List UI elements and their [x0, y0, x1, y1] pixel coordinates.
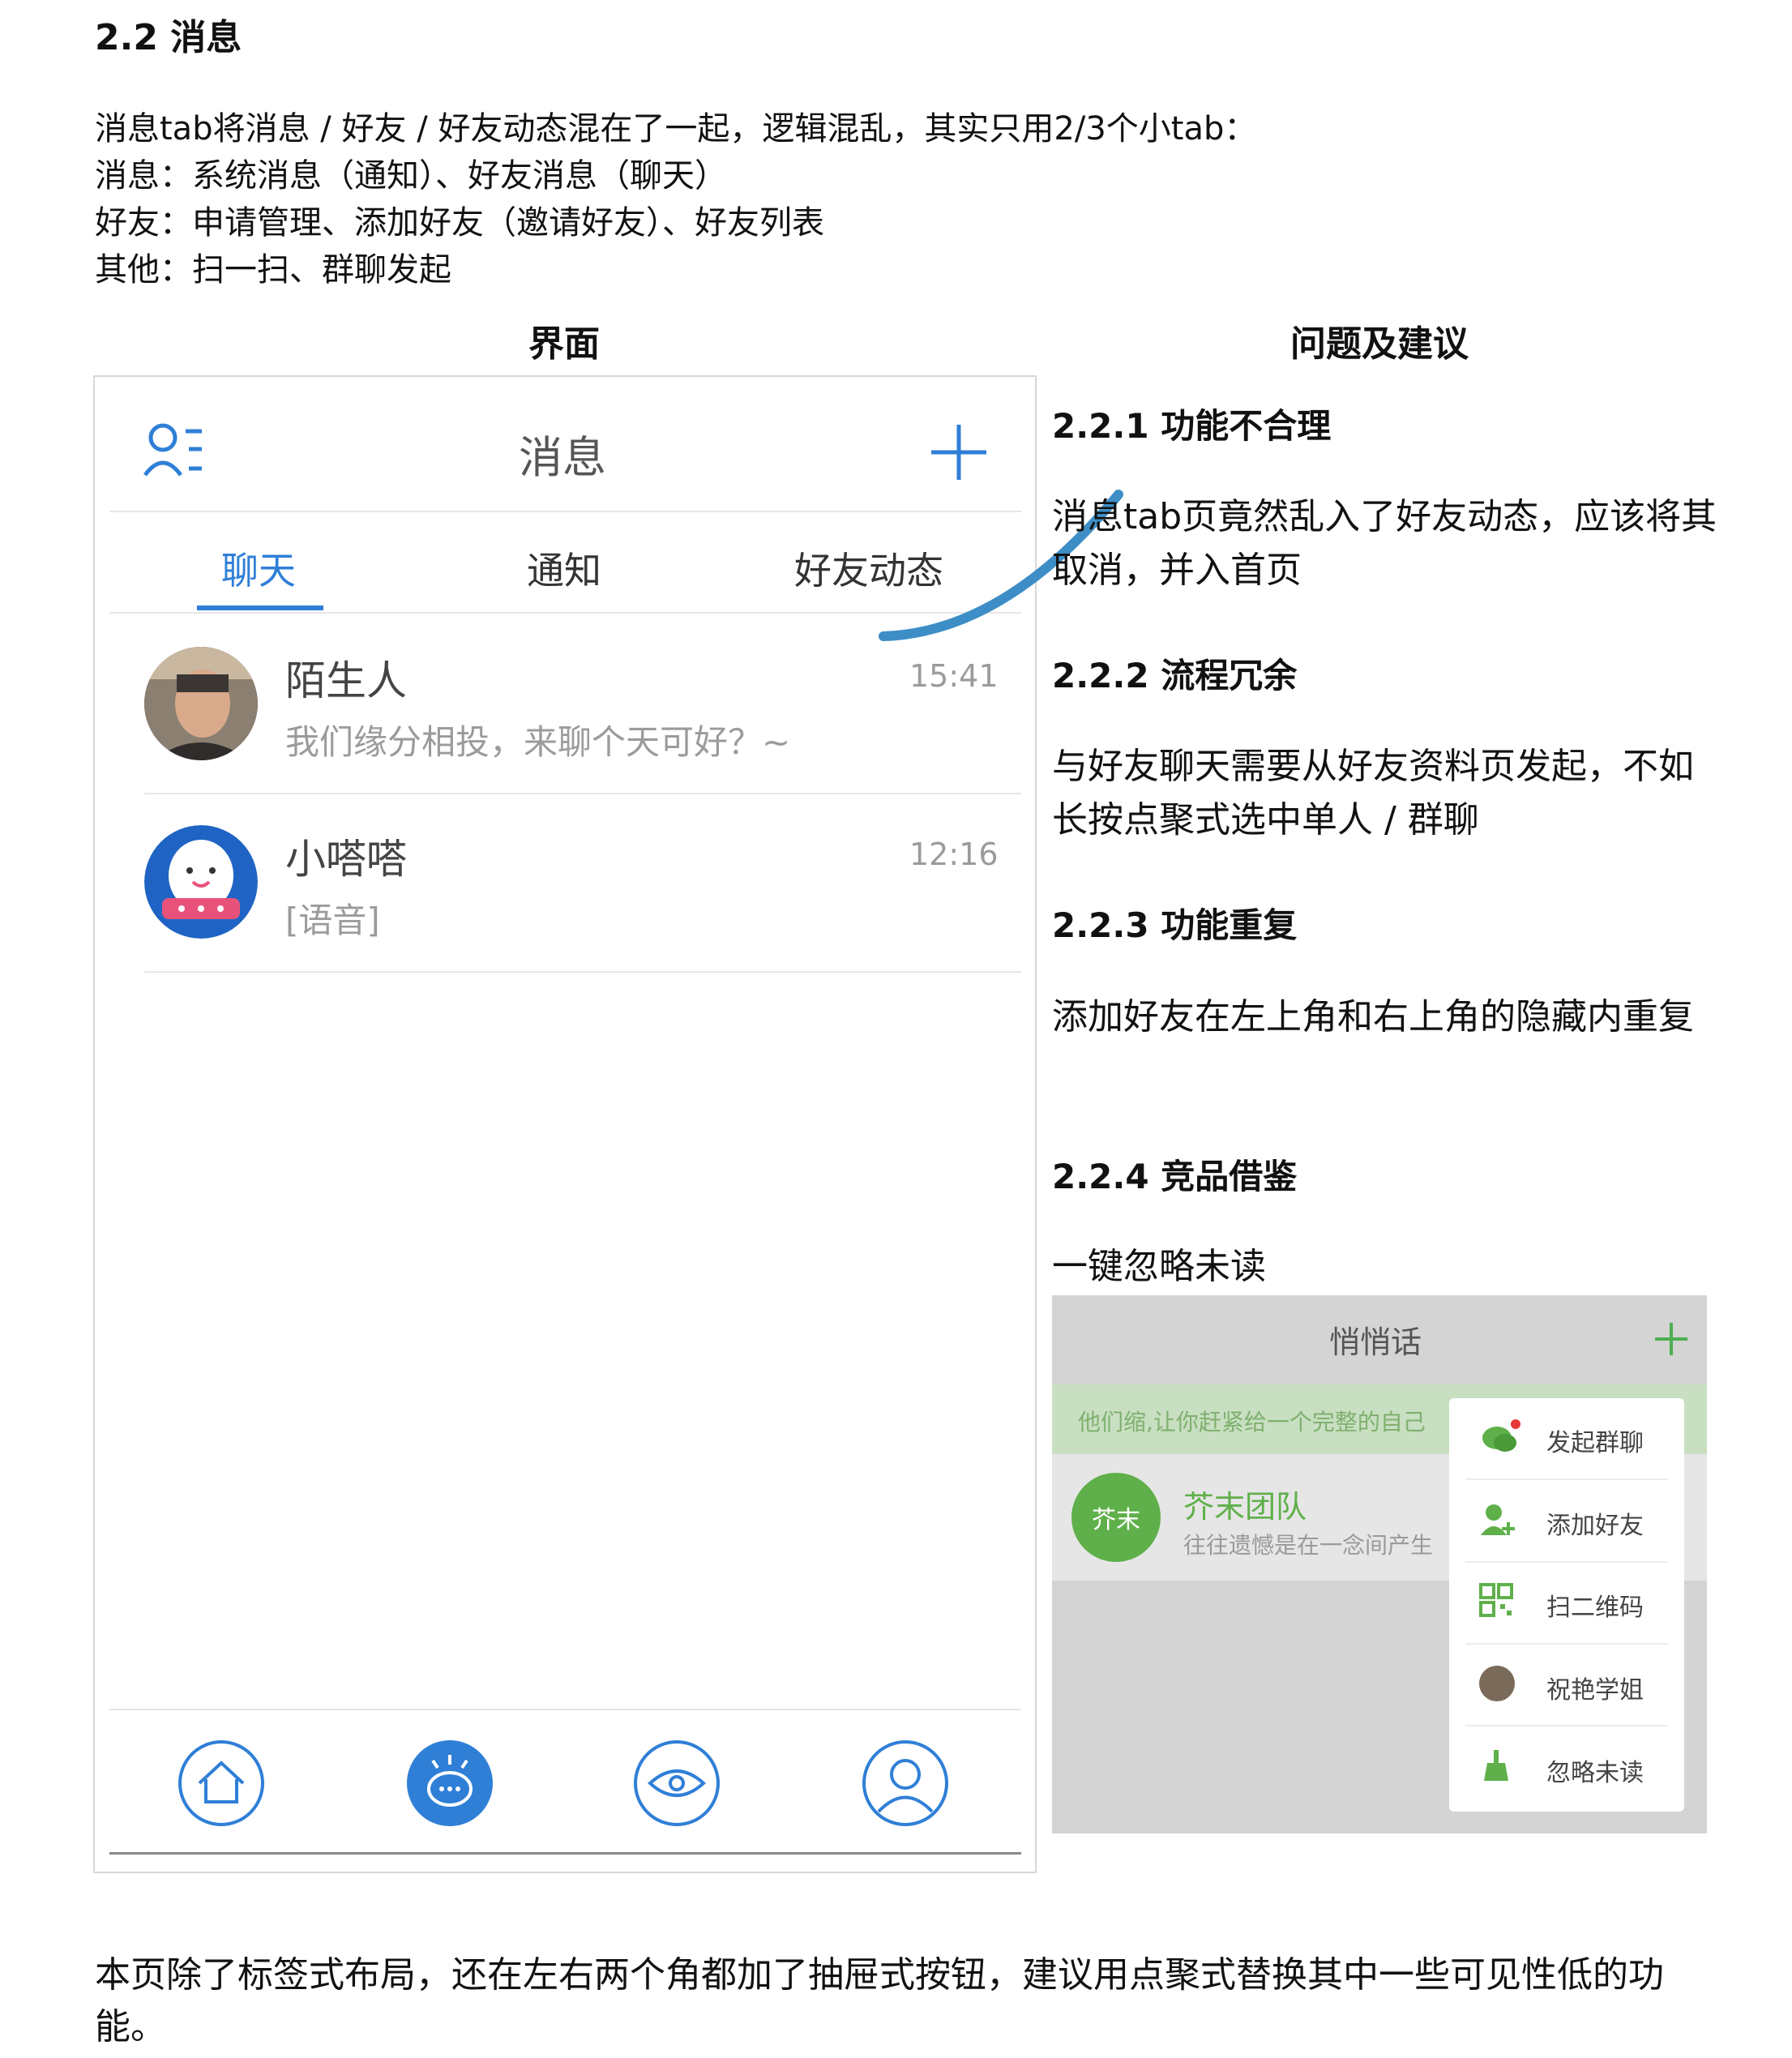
- section-title: 2.2 消息: [95, 17, 242, 58]
- menu-item-ignore-unread[interactable]: 忽略未读: [1546, 1752, 1644, 1788]
- chat-message: 我们缘分相投，来聊个天可好？~: [285, 722, 791, 762]
- home-indicator-line: [109, 1852, 1021, 1855]
- chat-name: 陌生人: [285, 657, 407, 704]
- broom-icon: [1484, 1750, 1508, 1781]
- competitor-chat-name: 芥末团队: [1183, 1489, 1307, 1525]
- active-tab-indicator: [197, 605, 323, 610]
- menu-divider: [1465, 1725, 1668, 1726]
- robot-mascot-icon: [144, 825, 258, 939]
- row-divider: [144, 793, 1021, 794]
- intro-line: 好友：申请管理、添加好友（邀请好友）、好友列表: [95, 204, 824, 242]
- issue-text: 与好友聊天需要从好友资料页发起，不如长按点聚式选中单人 / 群聊: [1052, 746, 1694, 841]
- menu-divider: [1465, 1478, 1668, 1480]
- intro-line: 其他：扫一扫、群聊发起: [95, 251, 451, 289]
- issue-text: 一键忽略未读: [1052, 1246, 1266, 1287]
- chat-message: [语音]: [285, 901, 380, 940]
- competitor-avatar: 芥末: [1071, 1473, 1161, 1562]
- plus-icon[interactable]: [928, 421, 990, 483]
- menu-item-group-chat[interactable]: 发起群聊: [1546, 1423, 1644, 1458]
- group-chat-icon: [1482, 1419, 1520, 1452]
- person-photo-icon: [144, 647, 258, 760]
- friends-list-icon[interactable]: [142, 421, 207, 478]
- menu-item-add-friend[interactable]: 添加好友: [1546, 1505, 1644, 1541]
- chat-time: 12:16: [909, 836, 999, 872]
- issue-heading: 2.2.1 功能不合理: [1052, 406, 1332, 446]
- menu-item-scan-qr[interactable]: 扫二维码: [1546, 1587, 1644, 1623]
- eye-icon[interactable]: [632, 1739, 721, 1828]
- issue-heading: 2.2.4 竞品借鉴: [1052, 1157, 1298, 1196]
- chat-bubble-icon[interactable]: [405, 1739, 494, 1828]
- issue-heading: 2.2.3 功能重复: [1052, 905, 1298, 945]
- profile-icon[interactable]: [861, 1739, 950, 1828]
- competitor-banner-text: 他们缩,让你赶紧给一个完整的自己: [1078, 1409, 1426, 1435]
- menu-item-contact[interactable]: 祝艳学姐: [1546, 1670, 1644, 1705]
- intro-text: 消息tab将消息 / 好友 / 好友动态混在了一起，逻辑混乱，其实只用2/3个小…: [95, 105, 1256, 293]
- competitor-chat-message: 往往遗憾是在一念间产生: [1183, 1532, 1434, 1559]
- competitor-title: 悄悄话: [1329, 1324, 1422, 1360]
- menu-divider: [1465, 1561, 1668, 1563]
- add-friend-icon: [1481, 1504, 1515, 1535]
- home-icon[interactable]: [177, 1739, 266, 1828]
- menu-divider: [1465, 1643, 1668, 1645]
- qr-code-icon: [1479, 1583, 1513, 1617]
- intro-line: 消息tab将消息 / 好友 / 好友动态混在了一起，逻辑混乱，其实只用2/3个小…: [95, 110, 1257, 148]
- avatar: [144, 647, 258, 760]
- intro-line: 消息：系统消息（通知）、好友消息（聊天）: [95, 157, 727, 195]
- column-header-interface: 界面: [528, 323, 600, 365]
- tab-chat[interactable]: 聊天: [221, 541, 296, 595]
- footer-text: 本页除了标签式布局，还在左右两个角都加了抽屉式按钮，建议用点聚式替换其中一些可见…: [95, 1954, 1664, 2047]
- avatar: [144, 825, 258, 939]
- contact-avatar-icon: [1479, 1666, 1515, 1701]
- nav-divider: [109, 1709, 1021, 1710]
- issue-text: 添加好友在左上角和右上角的隐藏内重复: [1052, 996, 1694, 1038]
- column-header-issues: 问题及建议: [1290, 323, 1469, 365]
- app-title: 消息: [519, 432, 606, 483]
- issue-heading: 2.2.2 流程冗余: [1052, 656, 1298, 695]
- issue-text: 消息tab页竟然乱入了好友动态，应该将其取消，并入首页: [1052, 496, 1717, 591]
- tab-notifications[interactable]: 通知: [527, 541, 601, 595]
- chat-name: 小嗒嗒: [285, 836, 407, 883]
- chat-time: 15:41: [909, 658, 999, 694]
- row-divider: [144, 971, 1021, 973]
- plus-icon[interactable]: [1653, 1321, 1689, 1357]
